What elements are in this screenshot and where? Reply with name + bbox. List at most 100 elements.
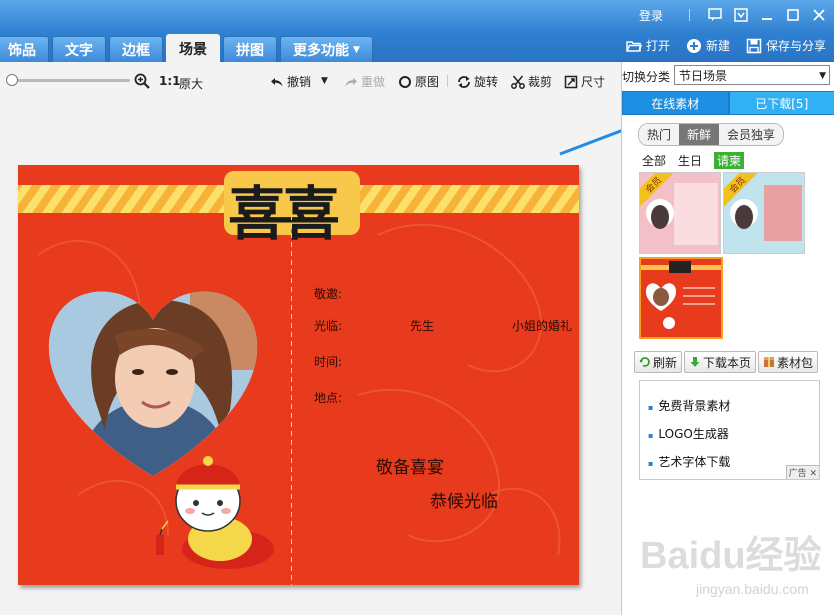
tab-text[interactable]: 文字 <box>52 36 106 62</box>
editing-canvas[interactable]: 喜喜 敬邀: 光临: 先生 小姐的婚礼 时间: 地点: 敬备喜宴 恭候光临 <box>18 165 579 585</box>
original-size-button[interactable]: 原大 <box>179 75 203 92</box>
file-actions: 打开 新建 保存与分享 <box>610 37 826 54</box>
tab-accessories[interactable]: 饰品 <box>0 36 49 62</box>
new-button[interactable]: 新建 <box>686 37 730 54</box>
skin-icon[interactable] <box>730 5 752 25</box>
crop-button[interactable]: 裁剪 <box>511 73 552 90</box>
minimize-icon[interactable] <box>756 5 778 25</box>
crop-label: 裁剪 <box>528 75 553 89</box>
divider <box>447 75 448 87</box>
title-bar: 登录 饰品 文字 边框 场景 拼图 更多功能 ▼ 打开 新建 保存与分享 <box>0 0 834 62</box>
save-share-button[interactable]: 保存与分享 <box>746 37 826 54</box>
tab-label: 更多功能 <box>293 42 349 59</box>
category-select[interactable]: 节日场景 ▼ <box>674 65 830 85</box>
redo-button[interactable]: 重做 <box>344 73 385 90</box>
plus-circle-icon <box>686 38 701 53</box>
lucky-cat-mascot <box>156 456 274 569</box>
filter-birthday[interactable]: 生日 <box>678 152 702 169</box>
double-happiness-title: 喜喜 <box>228 180 340 248</box>
resize-icon <box>564 75 578 88</box>
guest-label: 光临: <box>314 319 343 333</box>
download-icon <box>690 357 700 367</box>
ad-link[interactable]: LOGO生成器 <box>648 425 728 442</box>
fold-line <box>291 215 292 585</box>
category-label: 切换分类 <box>622 70 671 84</box>
tab-downloaded[interactable]: 已下载[5] <box>728 91 834 115</box>
tab-label: 边框 <box>122 42 150 59</box>
zoom-slider[interactable] <box>6 74 130 86</box>
tab-online-materials[interactable]: 在线素材 <box>622 91 729 115</box>
tab-scene[interactable]: 场景 <box>166 34 220 62</box>
category-value: 节日场景 <box>679 68 728 83</box>
circle-icon <box>399 75 411 88</box>
material-thumbnail[interactable]: 会员 <box>639 172 721 254</box>
edit-toolbar: 1:1 原大 撤销 ▼ 重做 原图 旋转 裁剪 尺寸 <box>0 62 620 100</box>
redo-label: 重做 <box>361 75 386 89</box>
subtab-label: 热门 <box>647 128 672 142</box>
subtab-label: 新鲜 <box>687 128 712 142</box>
slider-thumb[interactable] <box>6 74 18 86</box>
subtab-hot[interactable]: 热门 <box>639 124 680 145</box>
window-controls: 登录 <box>639 5 830 25</box>
tab-more-features[interactable]: 更多功能 ▼ <box>280 36 373 62</box>
login-link[interactable]: 登录 <box>639 7 663 24</box>
subtab-vip[interactable]: 会员独享 <box>719 124 784 145</box>
close-icon[interactable] <box>808 5 830 25</box>
refresh-label: 刷新 <box>653 355 678 370</box>
material-tabs: 在线素材 已下载[5] <box>622 91 834 115</box>
ad-link[interactable]: 艺术字体下载 <box>648 453 730 470</box>
tab-label: 已下载[5] <box>755 96 809 111</box>
redo-icon <box>345 77 357 86</box>
refresh-button[interactable]: 刷新 <box>634 351 683 373</box>
ad-link[interactable]: 免费背景素材 <box>648 397 730 414</box>
material-thumbnail-selected[interactable] <box>639 257 723 339</box>
chevron-down-icon: ▼ <box>819 71 826 81</box>
material-pack-label: 素材包 <box>777 355 814 370</box>
open-button[interactable]: 打开 <box>626 37 670 54</box>
wedding-label: 小姐的婚礼 <box>512 319 573 333</box>
open-label: 打开 <box>645 39 670 53</box>
filter-all[interactable]: 全部 <box>642 152 666 169</box>
zoom-ratio[interactable]: 1:1 <box>159 74 181 88</box>
chevron-down-icon[interactable]: ▼ <box>321 76 328 86</box>
material-thumbnail[interactable]: 会员 <box>723 172 805 254</box>
main-tabs: 饰品 文字 边框 场景 拼图 更多功能 ▼ <box>0 34 376 62</box>
tab-label: 拼图 <box>236 42 264 59</box>
material-panel: 切换分类 节日场景 ▼ 在线素材 已下载[5] 热门 新鲜 会员独享 全部 生日… <box>621 62 834 615</box>
message-icon[interactable] <box>704 5 726 25</box>
download-page-label: 下载本页 <box>703 355 752 370</box>
save-icon <box>746 38 762 53</box>
size-label: 尺寸 <box>581 75 606 89</box>
maximize-icon[interactable] <box>782 5 804 25</box>
chevron-down-icon: ▼ <box>353 44 360 55</box>
feast-text: 敬备喜宴 <box>376 458 444 478</box>
material-pack-button[interactable]: 素材包 <box>758 351 819 373</box>
mr-label: 先生 <box>410 319 435 333</box>
original-button[interactable]: 原图 <box>398 73 439 90</box>
undo-button[interactable]: 撤销 <box>270 73 311 90</box>
ad-box: 免费背景素材 LOGO生成器 艺术字体下载 广告 ✕ <box>639 380 820 480</box>
rotate-button[interactable]: 旋转 <box>457 73 498 90</box>
tab-collage[interactable]: 拼图 <box>223 36 277 62</box>
sort-tabs: 热门 新鲜 会员独享 <box>638 123 785 146</box>
thumbnail-image <box>641 259 721 337</box>
panel-buttons: 刷新 下载本页 素材包 <box>634 351 820 373</box>
ad-tag[interactable]: 广告 ✕ <box>785 465 819 479</box>
undo-label: 撤销 <box>287 75 312 89</box>
refresh-icon <box>639 357 650 367</box>
tab-border[interactable]: 边框 <box>109 36 163 62</box>
divider <box>689 9 690 21</box>
size-button[interactable]: 尺寸 <box>564 73 605 90</box>
tab-label: 场景 <box>179 41 207 58</box>
time-label: 时间: <box>314 355 343 369</box>
subtab-label: 会员独享 <box>727 128 776 142</box>
filter-invitation[interactable]: 请柬 <box>714 152 745 169</box>
save-share-label: 保存与分享 <box>765 39 826 53</box>
original-label: 原图 <box>415 75 440 89</box>
rotate-label: 旋转 <box>474 75 499 89</box>
download-page-button[interactable]: 下载本页 <box>684 351 757 373</box>
subtab-new[interactable]: 新鲜 <box>679 124 720 145</box>
zoom-in-icon[interactable] <box>134 73 150 89</box>
tab-label: 饰品 <box>8 42 36 59</box>
slider-track <box>10 79 130 82</box>
